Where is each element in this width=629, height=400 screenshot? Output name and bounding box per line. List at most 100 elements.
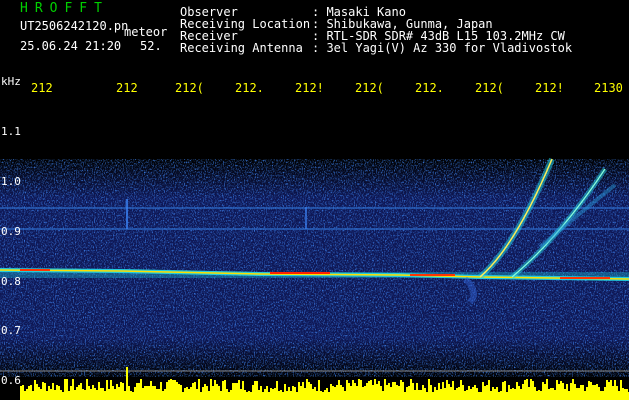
histogram-bar — [170, 379, 172, 400]
histogram-bar — [598, 387, 600, 400]
histogram-bar — [254, 381, 256, 400]
histogram-bar — [208, 391, 210, 400]
histogram-bar — [514, 389, 516, 400]
histogram-bar — [454, 390, 456, 400]
histogram-bar — [578, 388, 580, 400]
histogram-bar — [484, 386, 486, 400]
histogram-bar — [122, 383, 124, 400]
histogram-bar — [38, 387, 40, 400]
histogram-bar — [76, 387, 78, 400]
histogram-bar — [382, 391, 384, 400]
histogram-bar — [418, 390, 420, 400]
histogram-bar — [268, 392, 270, 400]
histogram-bar — [320, 391, 322, 400]
histogram-bar — [70, 386, 72, 400]
histogram-bar — [204, 384, 206, 400]
histogram-bar — [562, 383, 564, 400]
histogram-bar — [556, 380, 558, 400]
histogram-bar — [96, 390, 98, 400]
histogram-bar — [488, 380, 490, 400]
histogram-bar — [564, 389, 566, 400]
histogram-bar — [552, 388, 554, 400]
histogram-bar — [234, 383, 236, 400]
histogram-bar — [566, 384, 568, 400]
histogram-bar — [246, 392, 248, 400]
histogram-bar — [380, 386, 382, 400]
antenna-label: Receiving Antenna — [180, 41, 303, 55]
histogram-bar — [350, 386, 352, 400]
histogram-bar — [544, 384, 546, 400]
histogram-bar — [354, 383, 356, 400]
histogram-bar — [436, 390, 438, 400]
histogram-bar — [214, 380, 216, 400]
histogram-bar — [510, 389, 512, 400]
histogram-bar — [570, 383, 572, 400]
histogram-bar — [180, 385, 182, 400]
histogram-bar — [538, 390, 540, 400]
histogram-bar — [522, 384, 524, 400]
histogram-bar — [326, 388, 328, 400]
histogram-bar — [576, 388, 578, 400]
histogram-bar — [172, 380, 174, 400]
histogram-bar — [216, 384, 218, 400]
signal-line — [0, 228, 629, 230]
histogram-bar — [236, 383, 238, 400]
histogram-bar — [32, 391, 34, 400]
histogram-bar — [210, 379, 212, 400]
histogram-bar — [482, 382, 484, 400]
histogram-bar — [334, 387, 336, 400]
histogram-bar — [62, 392, 64, 400]
histogram-bar — [464, 391, 466, 400]
histogram-bar — [108, 389, 110, 400]
histogram-bar — [84, 390, 86, 400]
histogram-bar — [146, 386, 148, 400]
histogram-bar — [20, 386, 22, 400]
frequency-tick: 0.9 — [1, 225, 21, 238]
histogram-bar — [340, 385, 342, 400]
histogram-bar — [80, 383, 82, 400]
histogram-bar — [456, 388, 458, 400]
histogram-bar — [28, 386, 30, 400]
histogram-bar — [224, 380, 226, 400]
histogram-bar — [46, 391, 48, 400]
histogram-bar — [124, 391, 126, 400]
histogram-bar — [460, 380, 462, 400]
histogram-bar — [138, 383, 140, 400]
histogram-bar — [524, 380, 526, 400]
time-tick: 212( — [175, 81, 204, 95]
histogram-bar — [242, 381, 244, 400]
time-tick: 212 — [116, 81, 138, 95]
histogram-bar — [608, 382, 610, 400]
histogram-bar — [540, 391, 542, 400]
histogram-bar — [132, 392, 134, 400]
histogram-bar — [366, 383, 368, 400]
histogram-bar — [302, 382, 304, 400]
histogram-bar — [314, 387, 316, 400]
detection-count: 52. — [140, 39, 162, 53]
histogram-bar — [212, 386, 214, 400]
histogram-bar — [594, 385, 596, 400]
histogram-bar — [278, 391, 280, 400]
histogram-bar — [134, 387, 136, 400]
histogram-bar — [500, 391, 502, 400]
histogram-bar — [286, 391, 288, 400]
time-tick: 212! — [535, 81, 564, 95]
histogram-bar — [228, 392, 230, 400]
histogram-bar — [258, 390, 260, 400]
histogram-bar — [398, 386, 400, 400]
histogram-bar — [364, 386, 366, 400]
histogram-bar — [352, 380, 354, 400]
histogram-bar — [156, 389, 158, 400]
histogram-bar — [72, 379, 74, 400]
histogram-bar — [190, 387, 192, 400]
histogram-bar — [188, 389, 190, 400]
histogram-bar — [458, 387, 460, 400]
histogram-bar — [534, 387, 536, 400]
histogram-bar — [450, 387, 452, 400]
histogram-bar — [374, 379, 376, 400]
antenna-value: : 3el Yagi(V) Az 330 for Vladivostok — [312, 41, 573, 55]
histogram-bar — [448, 384, 450, 400]
histogram-bar — [270, 388, 272, 400]
histogram-bar — [402, 382, 404, 400]
histogram-bar — [34, 380, 36, 400]
